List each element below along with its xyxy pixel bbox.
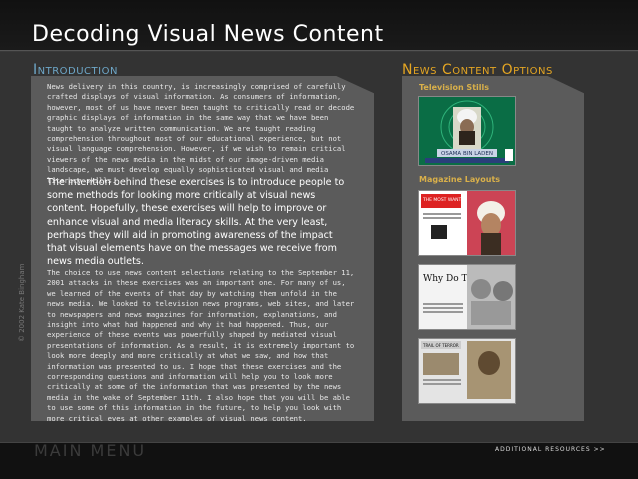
options-panel: Television Stills OSAMA BIN LADEN Magazi… xyxy=(402,76,584,421)
magazine-layout-thumbnail-1[interactable]: THE MOST WANTED MAN IN THE WORLD xyxy=(418,190,516,256)
magazine-image-1: THE MOST WANTED MAN IN THE WORLD xyxy=(419,191,515,255)
tv-still-caption: OSAMA BIN LADEN xyxy=(441,151,493,157)
additional-resources-link[interactable]: ADDITIONAL RESOURCES >> xyxy=(495,446,606,453)
intro-paragraph-1: News delivery in this country, is increa… xyxy=(47,82,355,185)
magazine-layouts-label: Magazine Layouts xyxy=(419,175,501,184)
television-still-thumbnail[interactable]: OSAMA BIN LADEN xyxy=(418,96,516,166)
copyright-text: © 2002 Kate Bingham xyxy=(18,263,26,342)
intro-paragraph-2: The intention behind these exercises is … xyxy=(47,177,345,268)
tv-still-image: OSAMA BIN LADEN xyxy=(419,97,515,165)
magazine-3-headline: TRAIL OF TERROR xyxy=(422,343,459,348)
magazine-image-3: TRAIL OF TERROR xyxy=(419,339,515,403)
app-frame: Decoding Visual News Content Introductio… xyxy=(0,0,638,479)
intro-paragraph-3: The choice to use news content selection… xyxy=(47,268,355,423)
main-menu-link[interactable]: MAIN MENU xyxy=(34,441,146,460)
magazine-layout-thumbnail-2[interactable]: Why Do They Hate Us? xyxy=(418,264,516,330)
page-title: Decoding Visual News Content xyxy=(32,22,384,47)
magazine-image-2: Why Do They Hate Us? xyxy=(419,265,515,329)
magazine-layout-thumbnail-3[interactable]: TRAIL OF TERROR xyxy=(418,338,516,404)
news-content-options-heading: News Content Options xyxy=(402,62,553,78)
television-stills-label: Television Stills xyxy=(419,83,489,92)
introduction-panel: News delivery in this country, is increa… xyxy=(31,76,374,421)
introduction-heading: Introduction xyxy=(33,62,118,78)
title-bar: Decoding Visual News Content xyxy=(0,0,638,51)
